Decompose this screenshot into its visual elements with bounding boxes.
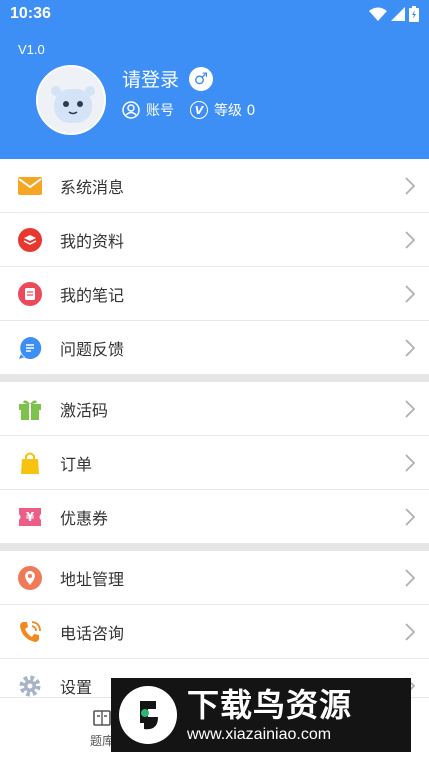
coupon-icon: ¥ [17,504,43,530]
level-info: V 等级 0 [190,100,255,120]
menu-item-feedback[interactable]: 问题反馈 [0,321,429,375]
menu-item-system-messages[interactable]: 系统消息 [0,159,429,213]
chevron-right-icon [405,284,415,303]
watermark-banner: 下载鸟资源 www.xiazainiao.com [111,678,411,752]
account-label: 账号 [146,103,174,119]
robot-avatar-icon [38,67,104,133]
section-divider [0,544,429,551]
section-divider [0,375,429,382]
mail-icon [17,173,43,199]
menu-item-coupons[interactable]: ¥ 优惠券 [0,490,429,544]
chevron-right-icon [405,568,415,587]
bird-logo-icon [119,686,177,744]
question-bank-icon [93,710,111,726]
chevron-right-icon [405,622,415,641]
status-time: 10:36 [10,5,51,22]
gift-icon [17,396,43,422]
location-pin-icon [17,565,43,591]
menu-item-activation-code[interactable]: 激活码 [0,382,429,436]
shopping-bag-icon [17,450,43,476]
status-bar: 10:36 [0,0,429,28]
menu-item-label: 电话咨询 [60,623,125,643]
login-area[interactable]: 请登录 ♂ [122,65,214,92]
phone-icon [17,619,43,645]
status-icons [369,6,419,22]
gender-male-icon: ♂ [189,66,214,91]
wifi-icon [369,7,387,21]
menu-list: 系统消息 我的资料 我的笔记 问题反馈 激活码 订单 ¥ 优惠券 地址管理 电话… [0,159,429,713]
menu-item-label: 订单 [60,454,93,474]
layers-icon [17,227,43,253]
menu-item-orders[interactable]: 订单 [0,436,429,490]
signal-icon [391,7,405,21]
menu-item-label: 优惠券 [60,508,109,528]
menu-item-phone-consult[interactable]: 电话咨询 [0,605,429,659]
coupon-symbol: ¥ [25,509,35,524]
menu-item-my-materials[interactable]: 我的资料 [0,213,429,267]
avatar[interactable] [36,65,106,135]
menu-item-label: 问题反馈 [60,339,125,359]
version-label: V1.0 [18,42,45,57]
menu-item-label: 地址管理 [60,569,125,589]
level-label: 等级 0 [214,103,256,119]
profile-header: V1.0 请登录 ♂ 账号 V 等级 0 [0,28,429,159]
menu-item-address-management[interactable]: 地址管理 [0,551,429,605]
watermark-title: 下载鸟资源 [187,686,353,724]
menu-item-my-notes[interactable]: 我的笔记 [0,267,429,321]
chevron-right-icon [405,399,415,418]
menu-item-label: 系统消息 [60,177,125,197]
settings-icon [17,673,43,699]
login-label[interactable]: 请登录 [122,65,179,92]
chevron-right-icon [405,453,415,472]
watermark-text: 下载鸟资源 www.xiazainiao.com [187,686,352,744]
chevron-right-icon [405,230,415,249]
chevron-right-icon [405,507,415,526]
watermark-url: www.xiazainiao.com [187,726,332,743]
feedback-icon [17,335,43,361]
menu-item-label: 激活码 [60,400,109,420]
menu-item-label: 设置 [60,677,93,697]
user-icon [122,101,140,119]
battery-icon [409,6,419,22]
account-meta: 账号 V 等级 0 [122,100,271,120]
app-screen: 10:36 V1.0 请登录 ♂ 账号 V 等级 0 系统消息 我的资料 我的笔… [0,0,429,762]
account-info: 账号 [122,100,174,120]
chevron-right-icon [405,338,415,357]
menu-item-label: 我的笔记 [60,285,125,305]
note-icon [17,281,43,307]
chevron-right-icon [405,176,415,195]
vip-icon: V [190,101,208,119]
menu-item-label: 我的资料 [60,231,125,251]
